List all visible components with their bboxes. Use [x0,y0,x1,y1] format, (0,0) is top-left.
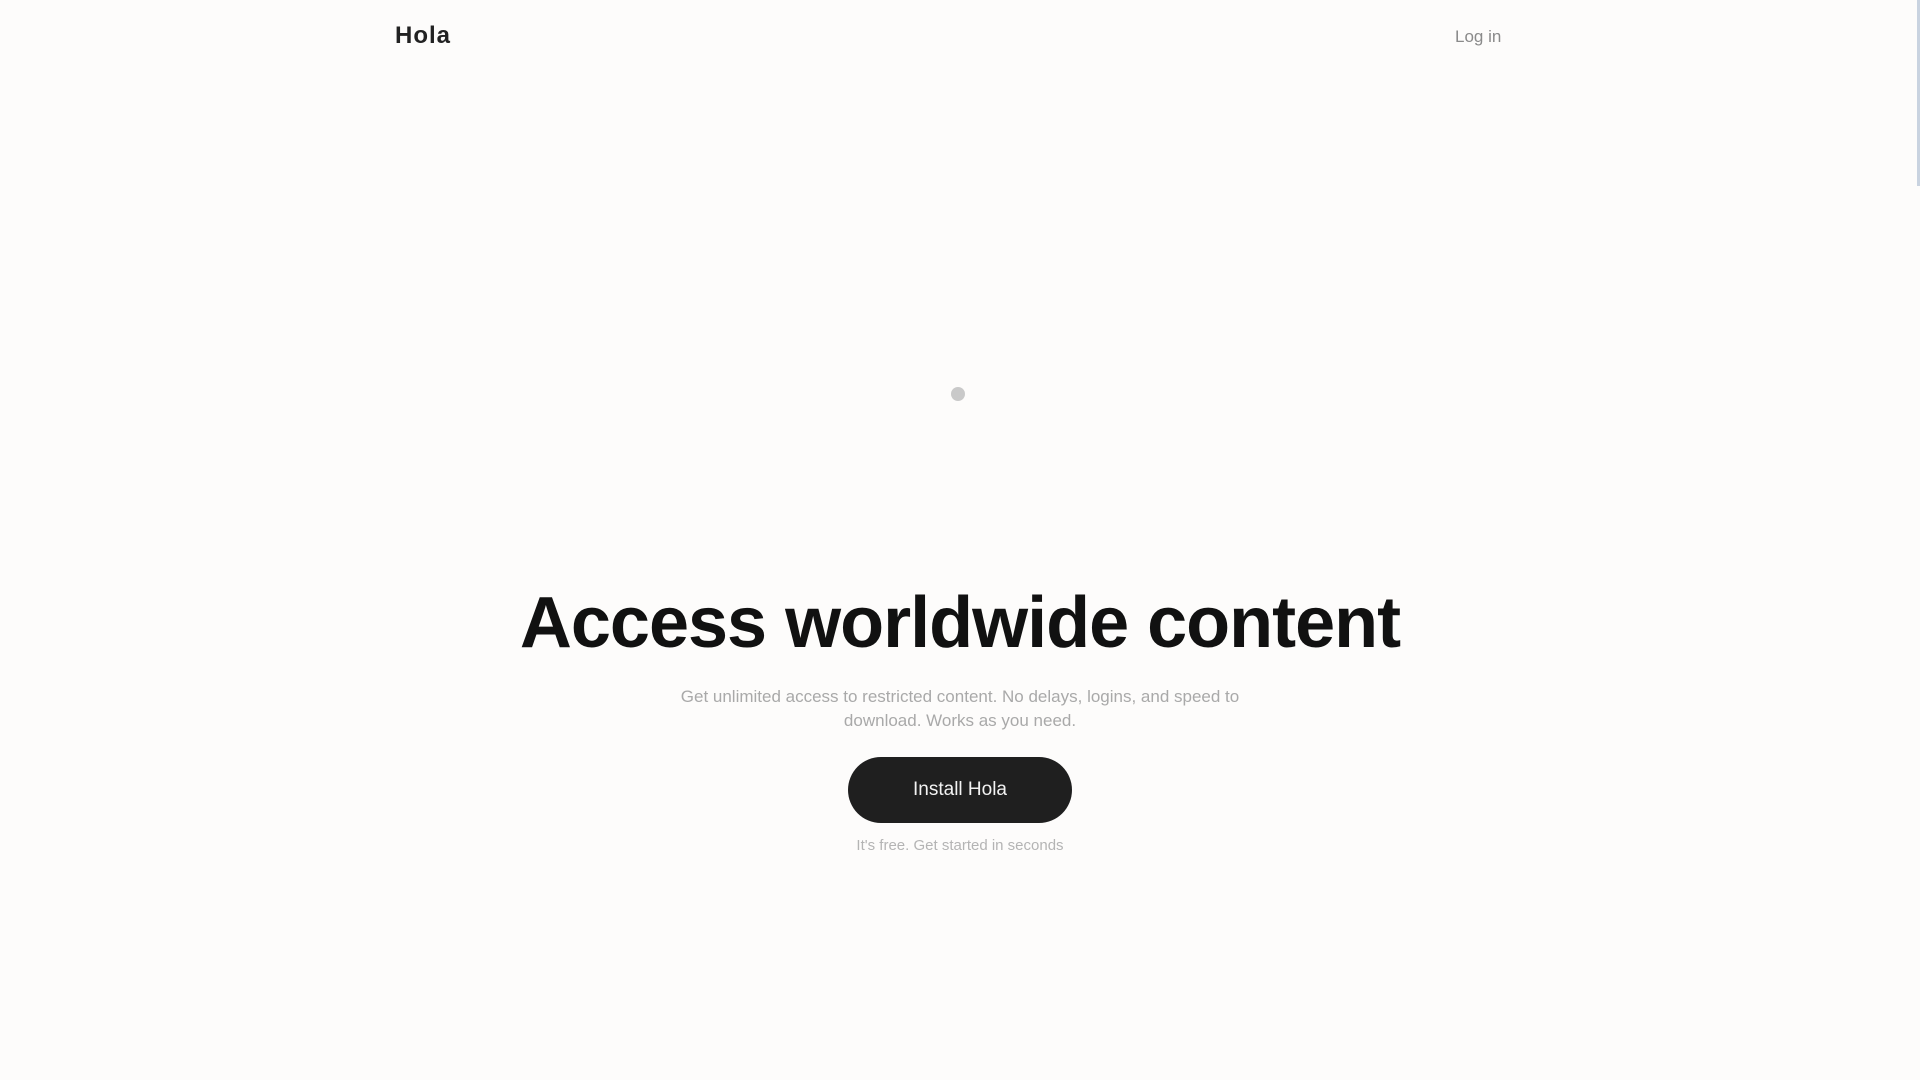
hero-section: Access worldwide content Get unlimited a… [0,575,1920,854]
top-bar: Hola Log in [0,0,1920,80]
install-button[interactable]: Install Hola [848,757,1072,823]
loading-indicator-icon [951,387,965,401]
hero-title: Access worldwide content [519,583,1401,663]
logo[interactable]: Hola [395,22,451,50]
login-link[interactable]: Log in [1455,27,1501,47]
hero-footnote: It's free. Get started in seconds [856,837,1064,854]
hero-subtitle: Get unlimited access to restricted conte… [680,687,1240,730]
page: Hola Log in Access worldwide content Get… [0,0,1920,1080]
